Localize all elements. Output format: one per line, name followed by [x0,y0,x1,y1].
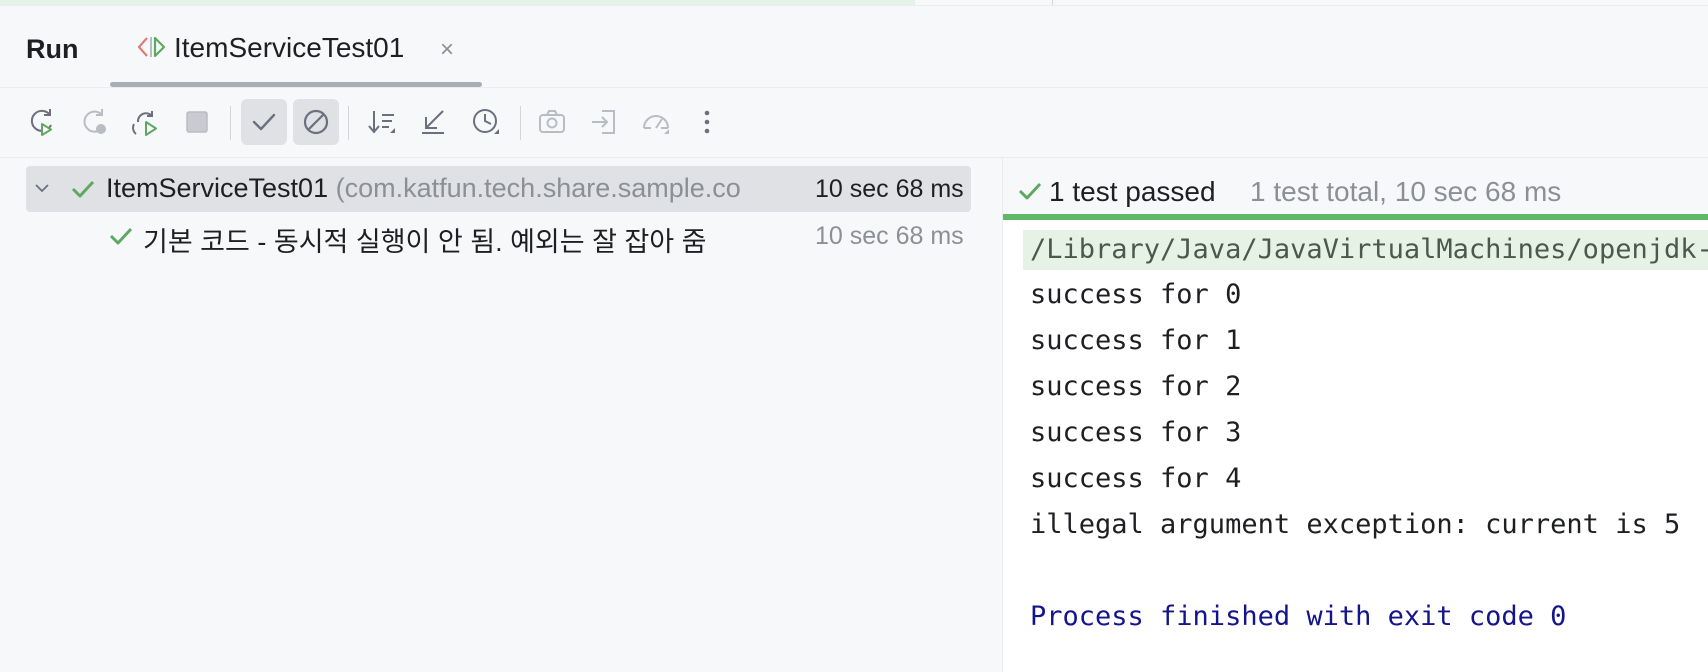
tab-item-service-test[interactable]: ItemServiceTest01 × [110,6,482,87]
console-line: success for 2 [1030,371,1242,402]
test-passed-check-icon [71,180,95,198]
top-strip-highlight [0,0,915,5]
test-run-icon [137,36,166,58]
console-output-panel: 1 test passed 1 test total, 10 sec 68 ms… [1003,158,1708,672]
show-ignored-icon[interactable] [293,99,339,145]
test-method-name: 기본 코드 - 동시적 실행이 안 됨. 예외는 잘 잡아 줌 [143,227,707,257]
profiler-icon[interactable] [635,101,677,143]
test-passed-check-icon [1018,182,1042,200]
console-exit-message: Process finished with exit code 0 [1030,601,1567,632]
toolbar-separator [348,106,349,140]
test-runner-toolbar [0,88,1708,158]
chevron-down-icon[interactable] [32,178,52,198]
console-line: success for 3 [1030,417,1242,448]
test-passed-check-icon [109,227,133,245]
test-method-duration: 10 sec 68 ms [815,222,964,250]
sort-icon[interactable] [361,101,403,143]
tests-passed-count: 1 test passed [1049,176,1216,207]
test-class-label: ItemServiceTest01 [106,173,329,203]
test-class-package: (com.katfun.tech.share.sample.co [335,173,741,203]
run-tool-window-title: Run [26,34,79,64]
tree-row-test[interactable]: 기본 코드 - 동시적 실행이 안 됨. 예외는 잘 잡아 줌 10 sec 6… [26,213,971,259]
tab-selected-underline [110,82,482,87]
console-line: success for 4 [1030,463,1242,494]
console-command-line[interactable]: /Library/Java/JavaVirtualMachines/openjd… [1023,230,1708,270]
tests-total-summary: 1 test total, 10 sec 68 ms [1250,176,1562,207]
test-status-bar: 1 test passed 1 test total, 10 sec 68 ms [1003,158,1708,220]
tab-title: ItemServiceTest01 [174,32,405,63]
collapse-all-icon[interactable] [413,101,455,143]
top-strip-divider [1052,0,1053,5]
close-tab-icon[interactable]: × [440,36,454,64]
toolbar-separator [230,106,231,140]
rerun-icon[interactable] [21,101,63,143]
test-class-name: ItemServiceTest01 (com.katfun.tech.share… [106,173,741,204]
tree-row-root[interactable]: ItemServiceTest01 (com.katfun.tech.share… [26,166,971,212]
rerun-failed-icon[interactable] [73,101,115,143]
screenshot-icon[interactable] [531,101,573,143]
test-history-icon[interactable] [465,101,507,143]
toggle-auto-test-icon[interactable] [125,101,167,143]
console-line: illegal argument exception: current is 5 [1030,509,1681,540]
test-results-tree: ItemServiceTest01 (com.katfun.tech.share… [0,158,1003,672]
test-class-duration: 10 sec 68 ms [815,175,964,203]
test-progress-bar [1003,214,1708,220]
stop-icon[interactable] [176,101,218,143]
console-line: success for 1 [1030,325,1242,356]
more-options-icon[interactable] [686,101,728,143]
import-tests-icon[interactable] [583,101,625,143]
console-line: success for 0 [1030,279,1242,310]
show-passed-icon[interactable] [241,99,287,145]
tool-window-header: Run ItemServiceTest01 × [0,6,1708,88]
toolbar-separator [520,106,521,140]
